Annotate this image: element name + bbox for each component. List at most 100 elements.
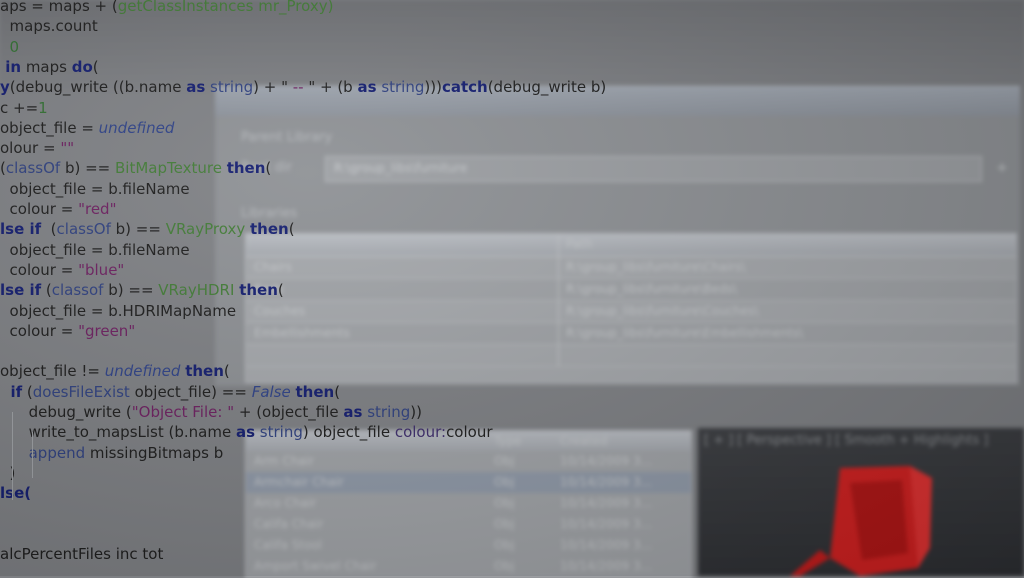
code-token: VRayHDRI	[158, 281, 235, 300]
code-line[interactable]: )	[0, 463, 16, 483]
code-token: (	[92, 57, 99, 76]
code-token: + (object_file	[234, 403, 344, 421]
code-token: object_file = b.HDRIMapName	[0, 301, 237, 320]
code-token: b) ==	[103, 281, 159, 300]
code-token: ))	[410, 403, 422, 421]
code-line[interactable]: if (doesFileExist object_file) == False …	[0, 382, 340, 402]
code-token: getClassInstances	[117, 0, 254, 15]
code-token: write_to_mapsList (b.name	[0, 423, 236, 442]
code-token: missingBitmaps b	[85, 443, 224, 462]
code-token: (	[265, 159, 272, 178]
code-token: object_file = b.fileName	[0, 179, 190, 198]
code-token: (	[334, 382, 341, 401]
code-line[interactable]: colour = "red"	[0, 199, 117, 219]
code-editor-overlay: aps = maps + (getClassInstances mr_Proxy…	[0, 0, 1024, 576]
code-line[interactable]: lse if (classof b) == VRayHDRI then(	[0, 280, 284, 300]
code-token: olour =	[0, 139, 61, 158]
code-token: 0	[0, 37, 20, 56]
code-token: then	[239, 281, 278, 300]
code-token: False	[251, 382, 291, 401]
code-token: --	[292, 78, 304, 97]
code-token: string	[255, 423, 303, 442]
code-token: string	[362, 403, 411, 421]
code-token: )))	[424, 78, 442, 97]
code-line[interactable]: in maps do(	[0, 57, 99, 77]
code-token: colour =	[0, 200, 79, 218]
code-token: " + (b	[303, 78, 358, 97]
code-token: object_file =	[0, 118, 99, 137]
code-token: (	[41, 281, 52, 300]
code-token: ) object_file	[302, 423, 395, 442]
code-token: object_file) ==	[129, 382, 252, 401]
code-token: classOf	[5, 159, 61, 178]
code-line[interactable]: olour = ""	[0, 138, 74, 158]
code-line[interactable]: object_file = b.fileName	[0, 179, 190, 199]
code-token: (	[41, 220, 57, 239]
code-token: in	[0, 57, 22, 76]
code-token: "blue"	[78, 260, 125, 279]
code-token: doesFileExist	[32, 382, 130, 401]
code-token: undefined	[104, 362, 181, 381]
code-line[interactable]: lse if (classOf b) == VRayProxy then(	[0, 219, 295, 239]
code-token: b) ==	[60, 159, 116, 178]
indent-guide	[32, 432, 33, 478]
code-token: as	[357, 78, 377, 97]
code-token: lse if	[0, 281, 42, 300]
code-line[interactable]: colour = "green"	[0, 321, 136, 341]
code-token: BitMapTexture	[115, 159, 222, 178]
code-token: )	[0, 463, 16, 482]
code-line[interactable]: object_file = undefined	[0, 118, 174, 138]
code-token: ) + "	[253, 78, 293, 97]
code-token: (	[288, 220, 295, 239]
code-line[interactable]: colour = "blue"	[0, 260, 125, 280]
code-token: (debug_write b)	[487, 78, 607, 97]
code-token: b) ==	[110, 220, 166, 239]
code-line[interactable]: (classOf b) == BitMapTexture then(	[0, 158, 271, 178]
code-token: lse if	[0, 220, 42, 239]
code-line[interactable]: y(debug_write ((b.name as string) + " --…	[0, 77, 606, 97]
code-token: classof	[51, 281, 104, 300]
code-token: then	[185, 362, 224, 381]
code-token: string	[205, 78, 254, 97]
code-line[interactable]: 0	[0, 37, 20, 57]
code-token: (	[223, 362, 230, 381]
code-token: mr_Proxy)	[253, 0, 334, 15]
code-token: ""	[60, 139, 75, 158]
code-token: maps	[21, 57, 72, 76]
code-token: undefined	[98, 118, 175, 137]
code-token: colour	[446, 423, 493, 442]
code-token: classOf	[56, 220, 111, 239]
code-line[interactable]: object_file = b.fileName	[0, 240, 190, 260]
code-line[interactable]: maps.count	[0, 16, 98, 36]
code-line[interactable]: write_to_mapsList (b.name as string) obj…	[0, 422, 493, 442]
code-token: 1	[38, 98, 48, 117]
code-token: "red"	[78, 200, 117, 218]
code-token: aps = maps + (	[0, 0, 118, 15]
code-token: colour:	[394, 423, 447, 442]
indent-guide	[12, 412, 13, 500]
code-line[interactable]: append missingBitmaps b	[0, 443, 224, 463]
code-token: then	[226, 159, 266, 178]
code-token: colour =	[0, 321, 79, 340]
code-token: colour =	[0, 260, 79, 279]
code-token: lse(	[0, 484, 32, 503]
code-token: debug_write (	[0, 403, 132, 421]
code-token: y	[0, 78, 10, 97]
code-token: object_file !=	[0, 362, 105, 381]
code-line[interactable]: alcPercentFiles inc tot	[0, 544, 163, 564]
code-token: catch	[441, 78, 488, 97]
code-token: as	[186, 78, 206, 97]
code-line[interactable]: object_file = b.HDRIMapName	[0, 301, 237, 321]
code-token: alcPercentFiles inc tot	[0, 545, 164, 564]
code-token: if	[0, 382, 23, 401]
code-line[interactable]: lse(	[0, 483, 31, 503]
code-line[interactable]: object_file != undefined then(	[0, 361, 230, 381]
code-token: do	[71, 57, 93, 76]
code-token: VRayProxy	[165, 220, 246, 239]
code-line[interactable]: aps = maps + (getClassInstances mr_Proxy…	[0, 0, 333, 16]
code-line[interactable]: c +=1	[0, 98, 48, 118]
code-token: (	[277, 281, 284, 300]
code-token: string	[376, 78, 425, 97]
code-line[interactable]: debug_write ("Object File: " + (object_f…	[0, 402, 422, 422]
code-token: as	[235, 423, 256, 442]
